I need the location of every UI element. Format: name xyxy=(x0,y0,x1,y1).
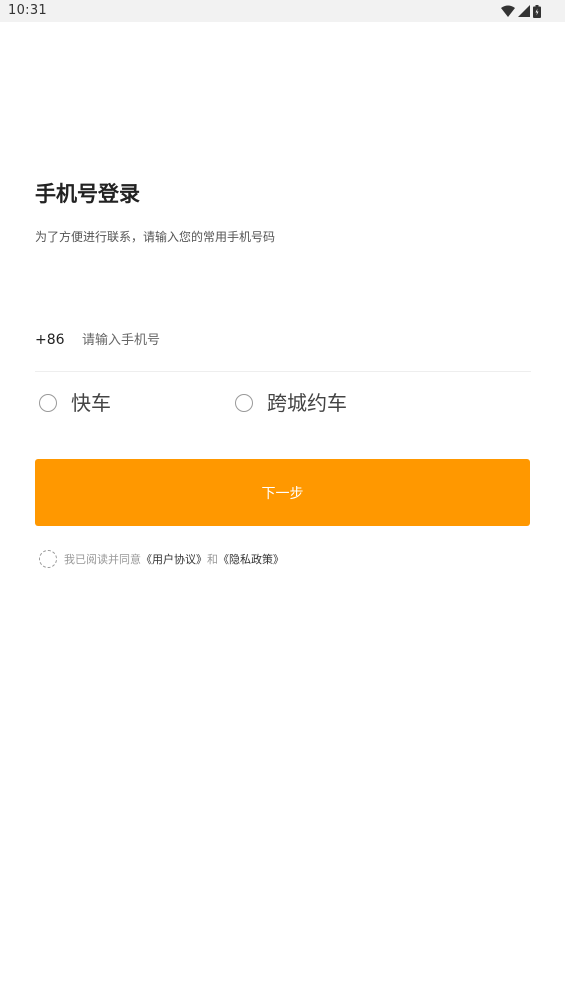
status-bar: 10:31 xyxy=(0,0,565,22)
signal-icon xyxy=(518,5,530,17)
page-subtitle: 为了方便进行联系，请输入您的常用手机号码 xyxy=(35,230,276,244)
agreement-conjunction: 和 xyxy=(207,553,218,566)
ride-type-kuaiche[interactable]: 快车 xyxy=(39,390,111,416)
phone-input-row: +86 xyxy=(35,326,531,372)
ride-type-kuacheng[interactable]: 跨城约车 xyxy=(235,390,347,416)
page-title: 手机号登录 xyxy=(35,182,140,206)
status-icons xyxy=(501,4,541,18)
radio-circle-icon[interactable] xyxy=(235,394,253,412)
agreement-prefix: 我已阅读并同意 xyxy=(64,553,141,566)
status-time: 10:31 xyxy=(8,3,47,18)
phone-input[interactable] xyxy=(82,328,502,352)
user-agreement-link[interactable]: 《用户协议》 xyxy=(141,551,207,567)
agreement-checkbox[interactable] xyxy=(39,550,57,568)
radio-circle-icon[interactable] xyxy=(39,394,57,412)
next-button[interactable]: 下一步 xyxy=(35,459,530,526)
ride-type-label: 快车 xyxy=(71,391,111,415)
ride-type-label: 跨城约车 xyxy=(267,391,347,415)
agreement-row: 我已阅读并同意 《用户协议》 和 《隐私政策》 xyxy=(39,549,284,569)
login-screen: 10:31 手机号登录 为了方便进行联系，请输入您的常用手机号码 +86 快车 … xyxy=(0,0,565,1004)
privacy-policy-link[interactable]: 《隐私政策》 xyxy=(218,551,284,567)
country-code[interactable]: +86 xyxy=(35,331,65,349)
wifi-icon xyxy=(501,5,515,17)
battery-icon xyxy=(533,4,541,18)
